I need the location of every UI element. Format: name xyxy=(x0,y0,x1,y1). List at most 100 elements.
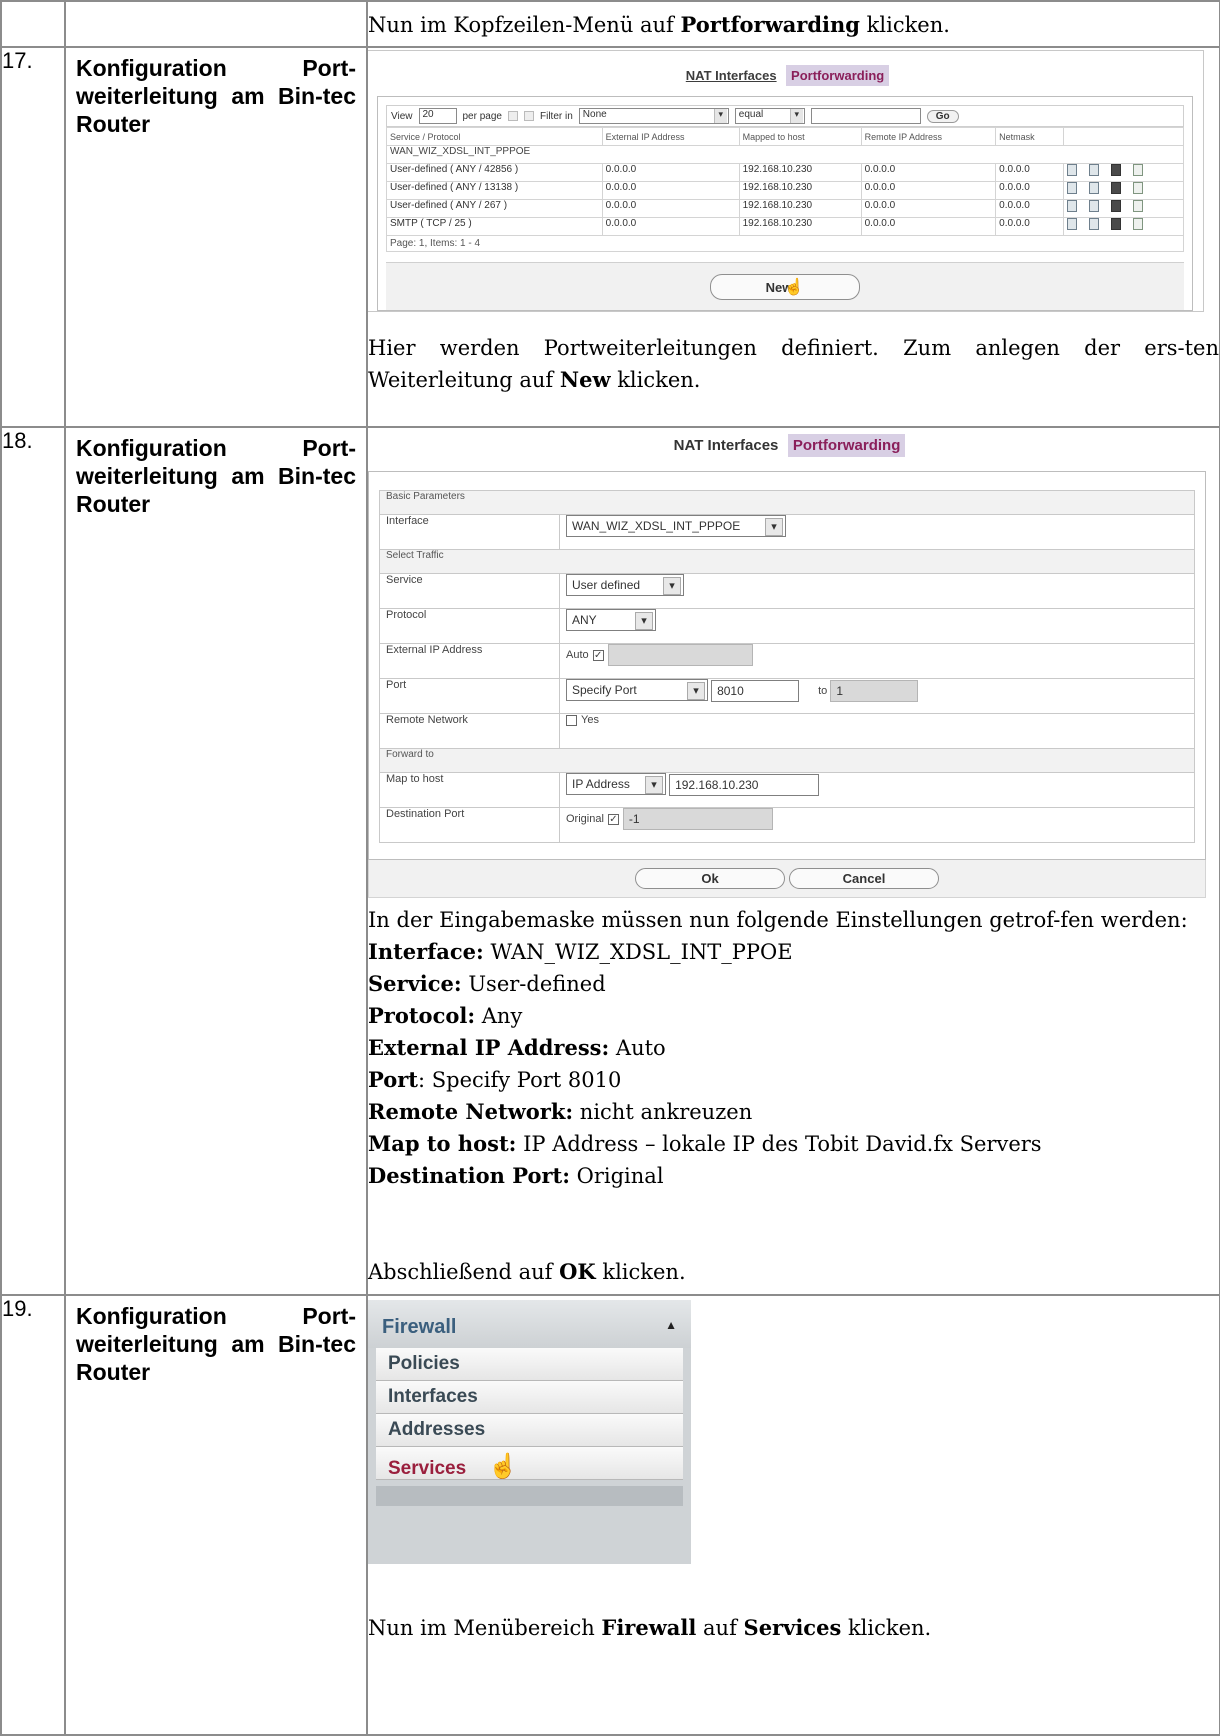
details-icon[interactable] xyxy=(1089,182,1099,194)
setting-label: Port xyxy=(368,1067,418,1092)
go-button[interactable]: Go xyxy=(926,109,959,123)
col-netmask[interactable]: Netmask xyxy=(995,127,1064,146)
caption-suffix: klicken. xyxy=(610,368,701,392)
step-title: Konfiguration Port-weiterleitung am Bin-… xyxy=(76,435,356,517)
trash-icon[interactable] xyxy=(1111,200,1121,212)
menu-item-services[interactable]: Services ☝ xyxy=(376,1447,683,1480)
setting-label: Interface: xyxy=(368,939,484,964)
cell-netmask: 0.0.0.0 xyxy=(995,163,1064,182)
menu-item-policies[interactable]: Policies xyxy=(376,1348,683,1381)
col-external-ip[interactable]: External IP Address xyxy=(601,127,740,146)
details-icon[interactable] xyxy=(1089,218,1099,230)
port-label: Port xyxy=(379,678,560,714)
caption-bold: New xyxy=(559,367,611,392)
step-19-row: 19. Konfiguration Port-weiterleitung am … xyxy=(0,1294,1220,1736)
list-toolbar: View 20 per page Filter in None equal Go xyxy=(386,105,1184,127)
external-ip-cell: Auto ✓ xyxy=(559,643,1195,679)
map-host-input[interactable]: 192.168.10.230 xyxy=(669,774,820,797)
table-row: User-defined ( ANY / 267 ) 0.0.0.0 192.1… xyxy=(386,199,1184,218)
next-page-icon[interactable] xyxy=(523,111,534,121)
external-ip-input[interactable] xyxy=(607,644,753,666)
interface-select[interactable]: WAN_WIZ_XDSL_INT_PPPOE xyxy=(566,515,786,537)
ok-button[interactable]: Ok xyxy=(635,868,785,889)
protocol-select[interactable]: ANY xyxy=(566,609,656,631)
port-mode-select[interactable]: Specify Port xyxy=(566,679,708,701)
portforwarding-table: Service / Protocol External IP Address M… xyxy=(386,127,1184,236)
row-actions xyxy=(1063,199,1184,218)
step-number: 19. xyxy=(0,1294,66,1736)
enable-icon[interactable] xyxy=(1067,182,1077,194)
group-label: WAN_WIZ_XDSL_INT_PPPOE xyxy=(386,145,1184,164)
service-select[interactable]: User defined xyxy=(566,574,684,596)
intro-text-suffix: klicken. xyxy=(859,13,950,37)
caption-bold-firewall: Firewall xyxy=(601,1615,697,1640)
col-service[interactable]: Service / Protocol xyxy=(386,127,603,146)
setting-line: Service: User-defined xyxy=(368,968,1219,1000)
filter-value-input[interactable] xyxy=(810,108,921,124)
filter-operator-select[interactable]: equal xyxy=(734,108,805,124)
caption-text: Nun im Menübereich xyxy=(368,1616,602,1640)
port-to-input[interactable]: 1 xyxy=(830,680,919,703)
remote-cell: Yes xyxy=(559,713,1195,749)
trash-icon[interactable] xyxy=(1111,182,1121,194)
col-remote-ip[interactable]: Remote IP Address xyxy=(860,127,997,146)
menu-item-services-label: Services xyxy=(388,1458,467,1479)
cell-remote-ip: 0.0.0.0 xyxy=(860,181,997,200)
hand-cursor-icon: ☝ xyxy=(488,1453,519,1480)
cancel-button[interactable]: Cancel xyxy=(789,868,939,889)
step-title-cell: Konfiguration Port-weiterleitung am Bin-… xyxy=(64,46,368,428)
enable-icon[interactable] xyxy=(1067,164,1077,176)
cell-mapped-host: 192.168.10.230 xyxy=(738,163,862,182)
enable-icon[interactable] xyxy=(1067,218,1077,230)
form-table: Basic Parameters Interface WAN_WIZ_XDSL_… xyxy=(379,490,1195,843)
original-checkbox[interactable]: ✓ xyxy=(607,813,619,825)
section-forward: Forward to xyxy=(379,748,1195,773)
remote-network-checkbox[interactable] xyxy=(566,714,577,726)
pager-text: Page: 1, Items: 1 - 4 xyxy=(386,236,1184,252)
details-icon[interactable] xyxy=(1089,200,1099,212)
remote-yes-label: Yes xyxy=(581,714,599,726)
instruction-table: Nun im Kopfzeilen-Menü auf Portforwardin… xyxy=(0,0,1220,1736)
view-count-input[interactable]: 20 xyxy=(418,108,457,124)
edit-icon[interactable] xyxy=(1133,200,1143,212)
new-button[interactable]: New☝ xyxy=(710,273,860,300)
port-input[interactable]: 8010 xyxy=(711,680,800,703)
trash-icon[interactable] xyxy=(1111,164,1121,176)
details-icon[interactable] xyxy=(1089,164,1099,176)
step-number: 18. xyxy=(0,426,66,1296)
trash-icon[interactable] xyxy=(1111,218,1121,230)
menu-item-addresses[interactable]: Addresses xyxy=(376,1414,683,1447)
enable-icon[interactable] xyxy=(1067,200,1077,212)
filter-field-select[interactable]: None xyxy=(578,108,729,124)
prev-page-icon[interactable] xyxy=(507,111,518,121)
tab-nat-interfaces[interactable]: NAT Interfaces xyxy=(681,65,782,86)
auto-label: Auto xyxy=(566,648,589,661)
firewall-menu-header[interactable]: Firewall ▲ xyxy=(368,1300,691,1348)
tab-nat-interfaces[interactable]: NAT Interfaces xyxy=(669,434,784,457)
destination-port-input[interactable]: -1 xyxy=(622,808,773,830)
map-cell: IP Address 192.168.10.230 xyxy=(559,772,1195,808)
setting-value: IP Address – lokale IP des Tobit David.f… xyxy=(516,1132,1042,1156)
auto-checkbox[interactable]: ✓ xyxy=(592,649,604,661)
tab-portforwarding[interactable]: Portforwarding xyxy=(786,65,890,86)
step-18-body: NAT Interfaces Portforwarding Basic Para… xyxy=(366,426,1220,1296)
step-17-caption: Hier werden Portweiterleitungen definier… xyxy=(368,312,1219,396)
intro-text-bold: Portforwarding xyxy=(680,12,860,37)
menu-item-interfaces[interactable]: Interfaces xyxy=(376,1381,683,1414)
map-mode-select[interactable]: IP Address xyxy=(566,773,666,795)
section-basic-label: Basic Parameters xyxy=(379,490,1195,515)
col-mapped-host[interactable]: Mapped to host xyxy=(738,127,862,146)
setting-value: nicht ankreuzen xyxy=(573,1100,753,1124)
intro-text: Nun im Kopfzeilen-Menü auf Portforwardin… xyxy=(368,2,1219,41)
edit-icon[interactable] xyxy=(1133,164,1143,176)
edit-icon[interactable] xyxy=(1133,218,1143,230)
service-label: Service xyxy=(379,573,560,609)
edit-icon[interactable] xyxy=(1133,182,1143,194)
service-cell: User defined xyxy=(559,573,1195,609)
cell-mapped-host: 192.168.10.230 xyxy=(738,199,862,218)
tab-portforwarding[interactable]: Portforwarding xyxy=(787,434,906,457)
step-title-cell: Konfiguration Port-weiterleitung am Bin-… xyxy=(64,1294,368,1736)
step-17-row: 17. Konfiguration Port-weiterleitung am … xyxy=(0,46,1220,428)
filter-label: Filter in xyxy=(539,110,573,122)
setting-value: Any xyxy=(475,1004,523,1028)
